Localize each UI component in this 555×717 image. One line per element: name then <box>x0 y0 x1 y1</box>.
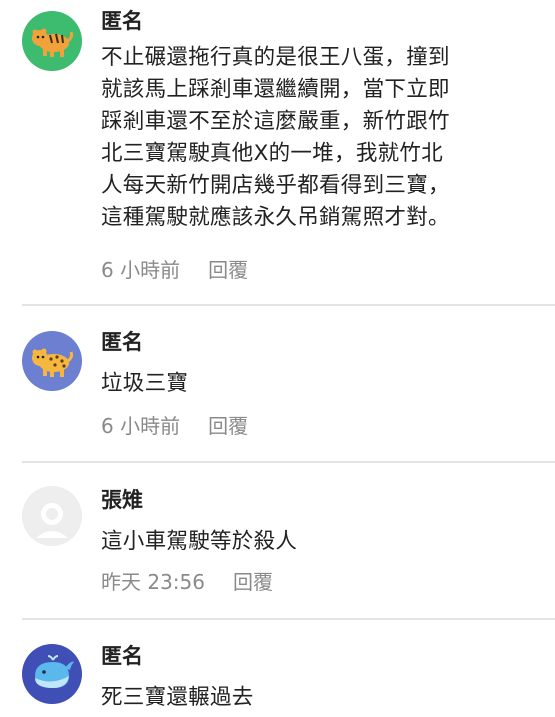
comment-text-line: 垃圾三寶 <box>101 371 189 396</box>
comment-text-line: 就該馬上踩剎車還繼續開，當下立即 <box>101 77 450 102</box>
avatar[interactable] <box>22 486 82 546</box>
whale-icon <box>35 655 74 688</box>
comment-timestamp: 昨天 23:56 <box>101 570 205 594</box>
comment-meta: 6 小時前 回覆 <box>101 413 248 439</box>
default-user-icon <box>22 486 82 546</box>
leopard-icon <box>32 348 74 377</box>
avatar[interactable] <box>22 644 82 704</box>
tiger-icon <box>32 28 74 57</box>
comment-text-line: 人每天新竹開店幾乎都看得到三寶， <box>101 173 450 198</box>
comment-author[interactable]: 匿名 <box>101 643 143 669</box>
avatar[interactable] <box>22 11 82 71</box>
comment-author[interactable]: 張雉 <box>101 487 143 513</box>
comment-meta: 6 小時前 回覆 <box>101 257 248 283</box>
comment-text-line: 踩剎車還不至於這麼嚴重，新竹跟竹 <box>101 109 450 134</box>
comment-item: 匿名 垃圾三寶 6 小時前 回覆 <box>0 305 555 461</box>
reply-button[interactable]: 回覆 <box>233 570 273 594</box>
comment-item: 匿名 死三寶還輾過去 <box>0 619 555 717</box>
comment-text-line: 死三寶還輾過去 <box>101 685 254 710</box>
comment-text-line: 北三寶駕駛真他X的一堆，我就竹北 <box>101 141 444 166</box>
comment-author[interactable]: 匿名 <box>101 8 143 34</box>
reply-button[interactable]: 回覆 <box>208 258 248 282</box>
comment-item: 張雉 這小車駕駛等於殺人 昨天 23:56 回覆 <box>0 462 555 619</box>
comment-text-line: 這小車駕駛等於殺人 <box>101 529 298 554</box>
comment-meta: 昨天 23:56 回覆 <box>101 569 273 595</box>
comment-timestamp: 6 小時前 <box>101 258 181 282</box>
comment-text-line: 不止碾還拖行真的是很王八蛋，撞到 <box>101 45 450 70</box>
comment-item: 匿名 不止碾還拖行真的是很王八蛋，撞到 就該馬上踩剎車還繼續開，當下立即 踩剎車… <box>0 0 555 305</box>
comment-text: 垃圾三寶 <box>101 368 496 400</box>
comment-text: 死三寶還輾過去 <box>101 682 496 714</box>
reply-button[interactable]: 回覆 <box>208 414 248 438</box>
comment-author[interactable]: 匿名 <box>101 329 143 355</box>
comment-timestamp: 6 小時前 <box>101 414 181 438</box>
comment-text-line: 這種駕駛就應該永久吊銷駕照才對。 <box>101 205 450 230</box>
comment-text: 不止碾還拖行真的是很王八蛋，撞到 就該馬上踩剎車還繼續開，當下立即 踩剎車還不至… <box>101 42 496 234</box>
avatar[interactable] <box>22 331 82 391</box>
comment-text: 這小車駕駛等於殺人 <box>101 526 496 558</box>
